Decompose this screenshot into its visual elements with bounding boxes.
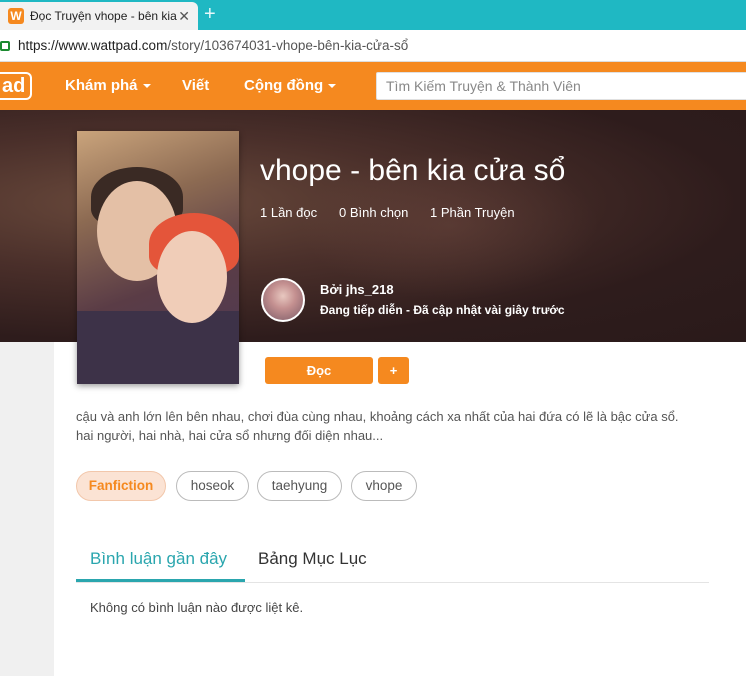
story-cover-image[interactable] — [77, 131, 239, 384]
tag-vhope[interactable]: vhope — [351, 471, 417, 501]
new-tab-button[interactable]: + — [204, 4, 216, 24]
nav-write[interactable]: Viết — [182, 77, 209, 94]
stat-parts: 1 Phần Truyện — [430, 205, 515, 220]
nav-write-label: Viết — [182, 77, 210, 94]
tab-title: Đọc Truyện vhope - bên kia — [30, 9, 177, 23]
author-avatar[interactable] — [261, 278, 305, 322]
story-tabs: Bình luận gần đây Bảng Mục Lục — [76, 540, 709, 583]
author-name[interactable]: Bởi jhs_218 — [320, 282, 394, 297]
nav-community[interactable]: Cộng đồng — [244, 77, 337, 94]
browser-tab[interactable]: W Đọc Truyện vhope - bên kia ✕ — [0, 2, 198, 30]
active-tab-indicator — [76, 579, 245, 582]
story-status: Đang tiếp diễn - Đã cập nhật vài giây tr… — [320, 303, 565, 317]
empty-comments-message: Không có bình luận nào được liệt kê. — [90, 600, 304, 615]
story-title: vhope - bên kia cửa sổ — [260, 154, 566, 187]
nav-discover-label: Khám phá — [65, 77, 138, 94]
nav-community-label: Cộng đồng — [244, 77, 324, 94]
tag-taehyung[interactable]: taehyung — [257, 471, 342, 501]
address-bar[interactable]: https://www.wattpad.com/story/103674031-… — [0, 30, 746, 62]
wattpad-favicon-icon: W — [8, 8, 24, 24]
search-input[interactable]: Tìm Kiếm Truyện & Thành Viên — [376, 72, 746, 100]
read-button[interactable]: Đọc — [265, 357, 373, 384]
tab-table-of-contents[interactable]: Bảng Mục Lục — [258, 549, 367, 569]
stat-reads: 1 Lần đọc — [260, 205, 318, 220]
tag-fanfiction[interactable]: Fanfiction — [76, 471, 166, 501]
caret-down-icon — [328, 84, 337, 89]
site-header: ad Khám phá Viết Cộng đồng Tìm Kiếm Truy… — [0, 62, 746, 110]
story-content-panel — [54, 342, 746, 676]
caret-down-icon — [142, 84, 151, 89]
url-path: /story/103674031-vhope-bên-kia-cửa-sổ — [167, 38, 409, 53]
description-line: hai người, hai nhà, hai cửa sổ nhưng đối… — [76, 428, 384, 443]
story-description: cậu và anh lớn lên bên nhau, chơi đùa cù… — [76, 407, 726, 445]
add-to-list-button[interactable]: + — [378, 357, 409, 384]
tag-hoseok[interactable]: hoseok — [176, 471, 249, 501]
tab-recent-comments[interactable]: Bình luận gần đây — [90, 549, 227, 569]
url-text[interactable]: https://www.wattpad.com/story/103674031-… — [18, 38, 408, 53]
browser-tabstrip: W Đọc Truyện vhope - bên kia ✕ + — [0, 0, 746, 30]
url-host: https://www.wattpad.com — [18, 38, 168, 53]
stat-votes: 0 Bình chọn — [339, 205, 409, 220]
description-line: cậu và anh lớn lên bên nhau, chơi đùa cù… — [76, 409, 679, 424]
lock-icon — [0, 40, 10, 51]
close-icon[interactable]: ✕ — [178, 8, 190, 25]
wattpad-logo[interactable]: ad — [0, 72, 32, 100]
nav-discover[interactable]: Khám phá — [65, 77, 151, 94]
